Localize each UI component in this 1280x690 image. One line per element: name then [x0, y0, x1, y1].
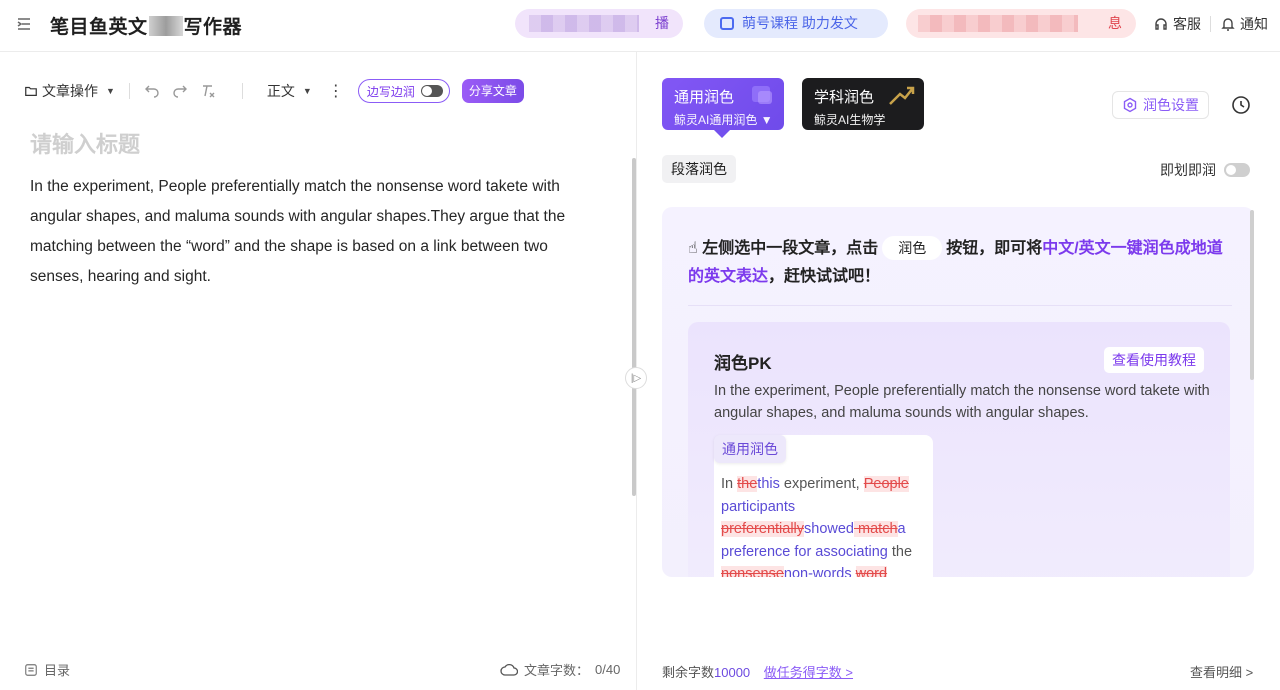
remaining-words: 剩余字数10000 做任务得字数 >	[662, 665, 854, 680]
notice-pill[interactable]: 息	[906, 9, 1136, 38]
paragraph-polish-tab[interactable]: 段落润色	[662, 155, 736, 183]
growth-arrow-icon	[889, 86, 915, 105]
top-header: 笔目鱼英文 写作器 播 萌号课程 助力发文 息 客服 通知	[0, 0, 1280, 52]
panel-scrollbar[interactable]	[1250, 210, 1254, 380]
caret-down-icon[interactable]: ▼	[761, 113, 773, 127]
toolbar-divider	[241, 83, 243, 99]
tutorial-button[interactable]: 查看使用教程	[1104, 347, 1204, 373]
clear-format-icon[interactable]	[200, 83, 216, 99]
decoration-icon	[752, 86, 772, 104]
caret-down-icon: ▼	[302, 86, 312, 96]
caret-down-icon: ▼	[106, 86, 115, 96]
blurred-region	[918, 15, 1078, 32]
undo-icon[interactable]	[144, 83, 160, 99]
mode-general-card[interactable]: 通用润色 鲸灵AI通用润色 ▼	[662, 78, 784, 138]
share-button[interactable]: 分享文章	[461, 79, 524, 103]
polish-inline-button: 润色	[882, 236, 943, 260]
chevron-right-icon: |▷	[630, 372, 642, 384]
pointer-hand-icon: ☝	[688, 240, 698, 257]
polish-settings-button[interactable]: 润色设置	[1112, 91, 1209, 119]
editor-body[interactable]: In the experiment, People preferentially…	[30, 172, 590, 292]
mode-subject-card[interactable]: 学科润色 鲸灵AI生物学	[802, 78, 924, 130]
outline-button[interactable]: 目录	[24, 660, 70, 679]
earn-words-link[interactable]: 做任务得字数 >	[764, 665, 853, 680]
blurred-region	[148, 16, 183, 36]
text-style-select[interactable]: 正文 ▼	[267, 81, 312, 101]
notify-link[interactable]: 通知	[1220, 14, 1268, 34]
cloud-icon	[500, 663, 518, 676]
compare-card: 通用润色 In thethis experiment, People parti…	[714, 435, 933, 577]
play-icon	[720, 17, 734, 30]
pk-title: 润色PK	[714, 354, 772, 373]
bell-icon	[1221, 18, 1235, 31]
hexagon-settings-icon	[1123, 97, 1137, 113]
polish-panel: ☝ 左侧选中一段文章，点击 润色 按钮，即可将中文/英文一键润色成地道的英文表达，赶…	[662, 207, 1254, 577]
switch-icon	[1224, 163, 1250, 177]
usage-hint: ☝ 左侧选中一段文章，点击 润色 按钮，即可将中文/英文一键润色成地道的英文表达，赶…	[688, 235, 1228, 291]
doc-ops-menu[interactable]: 文章操作 ▼	[24, 81, 115, 101]
view-detail-link[interactable]: 查看明细 >	[1190, 662, 1253, 681]
service-link[interactable]: 客服	[1153, 14, 1201, 34]
word-count: 文章字数： 0/40	[500, 660, 620, 679]
folder-icon	[25, 86, 37, 96]
toolbar-divider	[128, 83, 130, 99]
polish-pk-card: 润色PK 查看使用教程 In the experiment, People pr…	[688, 322, 1230, 577]
hint-divider	[688, 305, 1232, 306]
live-pill[interactable]: 播	[515, 9, 683, 38]
headset-icon	[1155, 18, 1167, 30]
app-title: 笔目鱼英文 写作器	[50, 16, 243, 38]
pk-source-text: In the experiment, People preferentially…	[714, 383, 1210, 421]
redo-icon[interactable]	[172, 83, 188, 99]
diff-text: In thethis experiment, People participan…	[721, 473, 926, 577]
menu-collapse-icon[interactable]	[16, 16, 32, 32]
header-divider	[1210, 16, 1211, 32]
course-pill[interactable]: 萌号课程 助力发文	[704, 9, 888, 38]
collapse-panel-button[interactable]: |▷	[625, 367, 647, 389]
editor-toolbar: 文章操作 ▼ 正文 ▼ ⋮ 边写边润 分享文章	[24, 78, 524, 104]
more-icon[interactable]: ⋮	[328, 81, 344, 101]
blurred-region	[529, 15, 639, 32]
outline-icon	[25, 663, 37, 676]
instant-polish-toggle[interactable]: 即划即润	[1160, 160, 1250, 180]
history-clock-icon[interactable]	[1229, 93, 1253, 117]
switch-icon	[420, 85, 443, 97]
title-input[interactable]: 请输入标题	[30, 127, 140, 159]
side-write-toggle[interactable]: 边写边润	[357, 79, 450, 103]
compare-tag: 通用润色	[714, 435, 786, 463]
